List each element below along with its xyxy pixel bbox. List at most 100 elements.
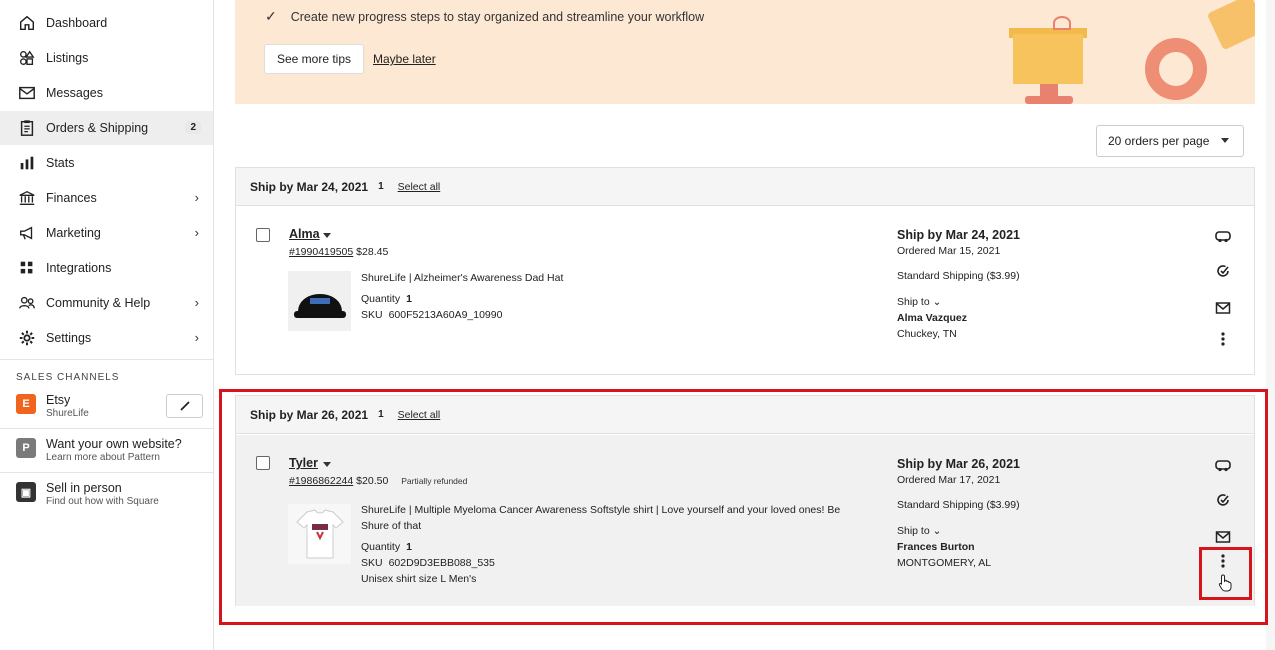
recipient-name: Alma Vazquez (897, 312, 968, 324)
channel-title: Sell in person (46, 481, 122, 495)
gift-ribbon-illustration (1053, 16, 1071, 30)
sidebar-item-community-help[interactable]: Community & Help › (0, 286, 213, 320)
buyer-name-link[interactable]: Tyler (289, 456, 318, 470)
sidebar-item-finances[interactable]: Finances › (0, 181, 213, 215)
sidebar-item-label: Settings (46, 331, 92, 345)
hat-image (293, 294, 346, 318)
shipping-method: Standard Shipping ($3.99) (897, 499, 1020, 511)
sidebar-item-marketing[interactable]: Marketing › (0, 216, 213, 250)
sidebar-divider (0, 428, 213, 429)
shipping-label-button[interactable] (1214, 456, 1232, 474)
home-icon (17, 13, 37, 33)
sidebar-item-label: Finances (46, 191, 97, 205)
recipient-location: Chuckey, TN (897, 328, 957, 340)
order-price: $28.45 (356, 246, 389, 258)
mark-complete-button[interactable] (1214, 491, 1232, 509)
buyer-name-link[interactable]: Alma (289, 227, 320, 241)
check-circle-icon (1217, 265, 1229, 277)
megaphone-icon (17, 223, 37, 243)
quantity-line: Quantity 1 (361, 293, 412, 305)
order-group: Ship by Mar 24, 2021 1 Select all Alma #… (235, 167, 1255, 375)
sidebar-item-label: Orders & Shipping (46, 121, 149, 135)
tip-row: ✓ Create new progress steps to stay orga… (265, 8, 704, 25)
sidebar-item-label: Integrations (46, 261, 112, 275)
people-icon (17, 293, 37, 313)
orders-per-page-select[interactable]: 20 orders per page (1096, 125, 1244, 157)
more-vertical-icon (1221, 554, 1225, 568)
sidebar-item-label: Listings (46, 51, 89, 65)
quantity-value: 1 (406, 541, 412, 553)
sidebar: Dashboard Listings Messages Orders & Shi… (0, 0, 214, 650)
sidebar-divider (0, 359, 213, 360)
channel-subtitle: ShureLife (46, 408, 89, 419)
channel-subtitle: Find out how with Square (46, 496, 159, 507)
ship-to-toggle[interactable]: Ship to ⌄ (897, 523, 1020, 539)
order-row: Alma #1990419505 $28.45 ShureLife | Alzh… (236, 207, 1254, 375)
edit-channel-button[interactable] (166, 394, 203, 418)
shipping-label-button[interactable] (1214, 227, 1232, 245)
sidebar-item-label: Messages (46, 86, 103, 100)
order-id-link[interactable]: #1990419505 (289, 246, 353, 258)
order-id-line: #1990419505 $28.45 (289, 246, 388, 258)
orders-count-badge: 2 (185, 121, 201, 134)
quantity-value: 1 (406, 293, 412, 305)
gift-box-illustration (1013, 34, 1083, 84)
recipient-name: Frances Burton (897, 541, 975, 553)
sku-line: SKU 600F5213A60A9_10990 (361, 309, 502, 321)
caret-down-icon[interactable] (323, 462, 331, 467)
sidebar-item-dashboard[interactable]: Dashboard (0, 6, 213, 40)
product-thumbnail[interactable] (288, 271, 351, 331)
quantity-label: Quantity (361, 541, 401, 553)
see-more-tips-button[interactable]: See more tips (264, 44, 364, 74)
ship-to-toggle[interactable]: Ship to ⌄ (897, 294, 1020, 310)
sidebar-item-integrations[interactable]: Integrations (0, 251, 213, 285)
maybe-later-link[interactable]: Maybe later (373, 52, 436, 66)
sidebar-divider (0, 472, 213, 473)
sidebar-item-messages[interactable]: Messages (0, 76, 213, 110)
group-header: Ship by Mar 24, 2021 1 Select all (236, 168, 1254, 206)
caret-down-icon (1221, 138, 1229, 143)
channel-etsy[interactable]: E Etsy ShureLife (16, 393, 89, 419)
mail-icon (1215, 531, 1231, 543)
message-buyer-button[interactable] (1214, 528, 1232, 546)
message-buyer-button[interactable] (1214, 299, 1232, 317)
tape-roll-illustration (1145, 38, 1207, 100)
select-all-link[interactable]: Select all (398, 181, 441, 193)
order-id-link[interactable]: #1986862244 (289, 475, 353, 487)
channel-subtitle: Learn more about Pattern (46, 452, 160, 463)
group-count: 1 (378, 181, 384, 192)
recipient-location: MONTGOMERY, AL (897, 557, 992, 569)
sidebar-item-listings[interactable]: Listings (0, 41, 213, 75)
square-logo-icon: ▣ (16, 482, 36, 502)
shipping-method: Standard Shipping ($3.99) (897, 270, 1020, 282)
sidebar-item-label: Marketing (46, 226, 101, 240)
variation-line: Unisex shirt size L Men's (361, 573, 477, 585)
channel-title: Etsy (46, 393, 71, 407)
mark-complete-button[interactable] (1214, 262, 1232, 280)
sidebar-item-orders-shipping[interactable]: Orders & Shipping 2 (0, 111, 213, 145)
product-title[interactable]: ShureLife | Multiple Myeloma Cancer Awar… (361, 502, 861, 534)
check-icon: ✓ (265, 8, 277, 24)
order-checkbox[interactable] (256, 456, 270, 470)
caret-down-icon[interactable] (323, 233, 331, 238)
group-count: 1 (378, 409, 384, 420)
refund-status-tag: Partially refunded (401, 476, 468, 486)
product-title[interactable]: ShureLife | Alzheimer's Awareness Dad Ha… (361, 270, 861, 286)
select-all-link[interactable]: Select all (398, 409, 441, 421)
per-page-value: 20 orders per page (1108, 134, 1210, 148)
channel-pattern[interactable]: P Want your own website? Learn more abou… (16, 437, 182, 463)
sidebar-item-settings[interactable]: Settings › (0, 321, 213, 355)
sidebar-item-stats[interactable]: Stats (0, 146, 213, 180)
quantity-label: Quantity (361, 293, 401, 305)
more-vertical-icon (1221, 332, 1225, 346)
channel-square[interactable]: ▣ Sell in person Find out how with Squar… (16, 481, 159, 507)
more-options-button[interactable] (1214, 330, 1232, 348)
ship-by-date: Ship by Mar 24, 2021 (897, 228, 1020, 242)
sku-line: SKU 602D9D3EBB088_535 (361, 557, 495, 569)
more-options-button[interactable] (1214, 552, 1232, 570)
check-circle-icon (1217, 494, 1229, 506)
product-thumbnail[interactable] (288, 504, 351, 564)
group-title: Ship by Mar 26, 2021 (250, 407, 369, 422)
scrollbar[interactable] (1266, 0, 1275, 650)
order-checkbox[interactable] (256, 228, 270, 242)
